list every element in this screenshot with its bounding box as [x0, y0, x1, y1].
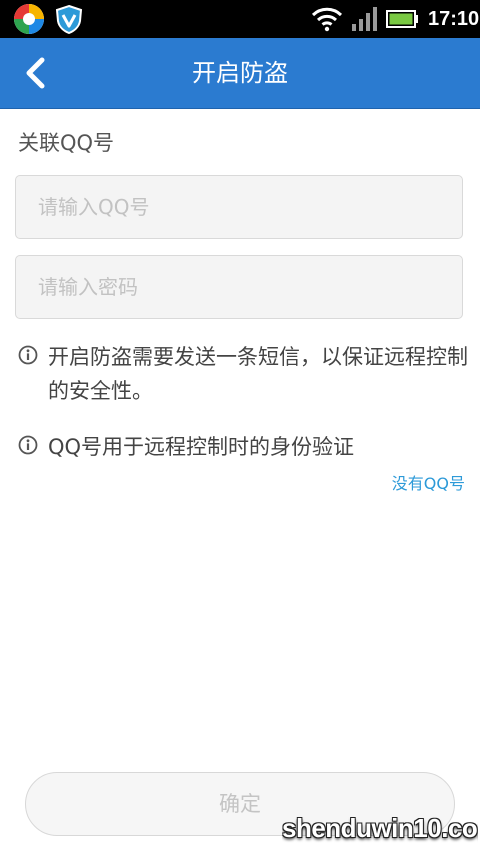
no-qq-link[interactable]: 没有QQ号: [392, 472, 465, 496]
clock: 17:10: [428, 8, 480, 30]
app-logo-icon: [14, 4, 44, 34]
watermark: shenduwin10.com: [282, 813, 478, 843]
info-text: 开启防盗需要发送一条短信，以保证远程控制的安全性。: [48, 345, 468, 403]
back-button[interactable]: [12, 50, 58, 96]
info-row-sms: 开启防盗需要发送一条短信，以保证远程控制的安全性。: [18, 340, 468, 408]
password-input[interactable]: [15, 255, 463, 319]
battery-icon: [386, 10, 418, 28]
info-icon: [18, 435, 38, 455]
info-text: QQ号用于远程控制时的身份验证: [48, 435, 355, 459]
section-label: 关联QQ号: [18, 131, 115, 155]
qq-number-input[interactable]: [15, 175, 463, 239]
info-row-qq: QQ号用于远程控制时的身份验证: [18, 430, 468, 464]
chevron-left-icon: [26, 57, 45, 89]
wifi-icon: [311, 7, 343, 32]
info-icon: [18, 345, 38, 365]
signal-icon: [352, 7, 377, 31]
shield-v-icon: [55, 4, 83, 34]
page-title: 开启防盗: [192, 59, 288, 87]
status-bar: 17:10: [0, 0, 480, 38]
title-bar: 开启防盗: [0, 38, 480, 109]
